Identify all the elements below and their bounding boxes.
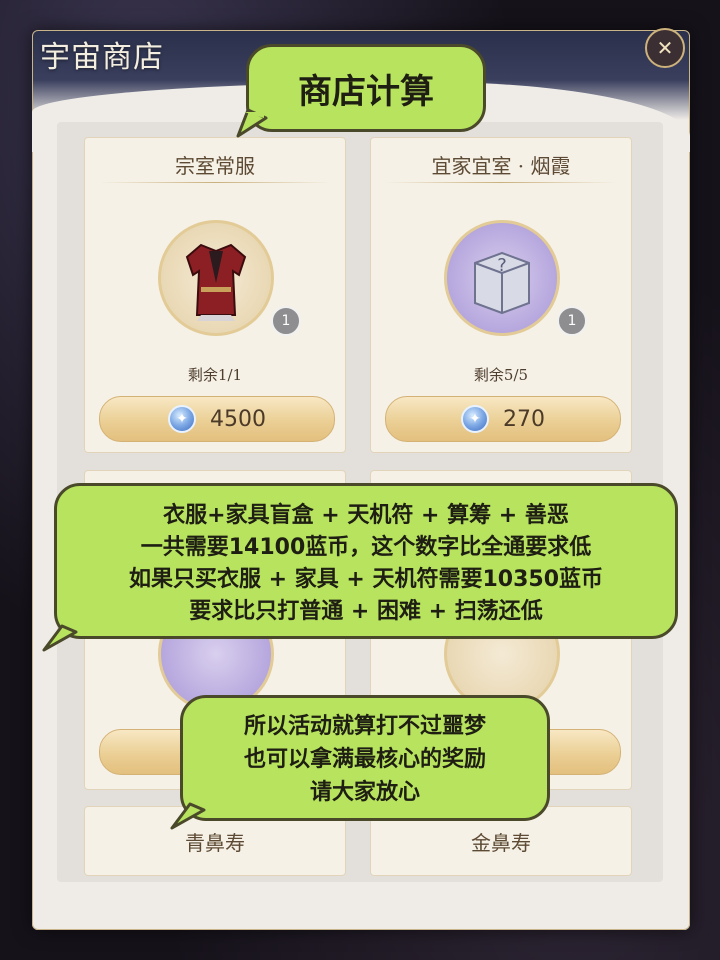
reassurance-bubble: 所以活动就算打不过噩梦 也可以拿满最核心的奖励 请大家放心 [180,695,550,821]
buy-button[interactable]: ✦ 4500 [99,396,335,442]
price-value: 270 [503,406,545,432]
item-name: 青鼻寿 [185,831,245,855]
close-icon: ✕ [656,36,674,60]
explanation-line: 要求比只打普通 + 困难 + 扫荡还低 [189,599,543,624]
stock-remaining: 剩余1/1 [187,366,243,384]
item-name: 宗室常服 [175,154,255,178]
bubble-tail [236,108,268,138]
reassurance-line: 也可以拿满最核心的奖励 [243,747,486,772]
shop-title: 宇宙商店 [40,40,164,75]
item-name: 宜家宜室 · 烟霞 [431,154,571,178]
heading-bubble: 商店计算 [246,44,486,132]
item-icon-frame [158,220,274,336]
item-name: 金鼻寿 [471,831,531,855]
item-quantity-badge: 1 [557,306,587,336]
price-value: 4500 [210,406,266,432]
item-quantity-badge: 1 [271,306,301,336]
reassurance-line: 请大家放心 [309,780,420,805]
explanation-line: 如果只买衣服 + 家具 + 天机符需要10350蓝币 [128,567,604,592]
stock-remaining: 剩余5/5 [473,366,529,384]
explanation-bubble: 衣服+家具盲盒 + 天机符 + 算筹 + 善恶 一共需要14100蓝币，这个数字… [54,483,678,639]
item-icon-frame: ? [444,220,560,336]
divider [385,182,617,183]
divider [99,182,331,183]
svg-text:?: ? [497,255,507,276]
blue-coin-icon: ✦ [168,405,196,433]
reassurance-line: 所以活动就算打不过噩梦 [243,714,486,739]
robe-icon [185,243,247,321]
shop-item-card[interactable]: 宜家宜室 · 烟霞 ? 1 剩余5/5 ✦ 270 [370,137,632,453]
mystery-box-icon: ? [474,251,530,315]
shop-item-card[interactable]: 宗室常服 1 剩余1/1 ✦ 4500 [84,137,346,453]
close-button[interactable]: ✕ [645,28,685,68]
heading-text: 商店计算 [298,71,434,112]
bubble-tail [170,802,206,830]
explanation-line: 一共需要14100蓝币，这个数字比全通要求低 [140,535,592,560]
blue-coin-icon: ✦ [461,405,489,433]
explanation-line: 衣服+家具盲盒 + 天机符 + 算筹 + 善恶 [163,503,569,528]
buy-button[interactable]: ✦ 270 [385,396,621,442]
bubble-tail [42,624,78,652]
